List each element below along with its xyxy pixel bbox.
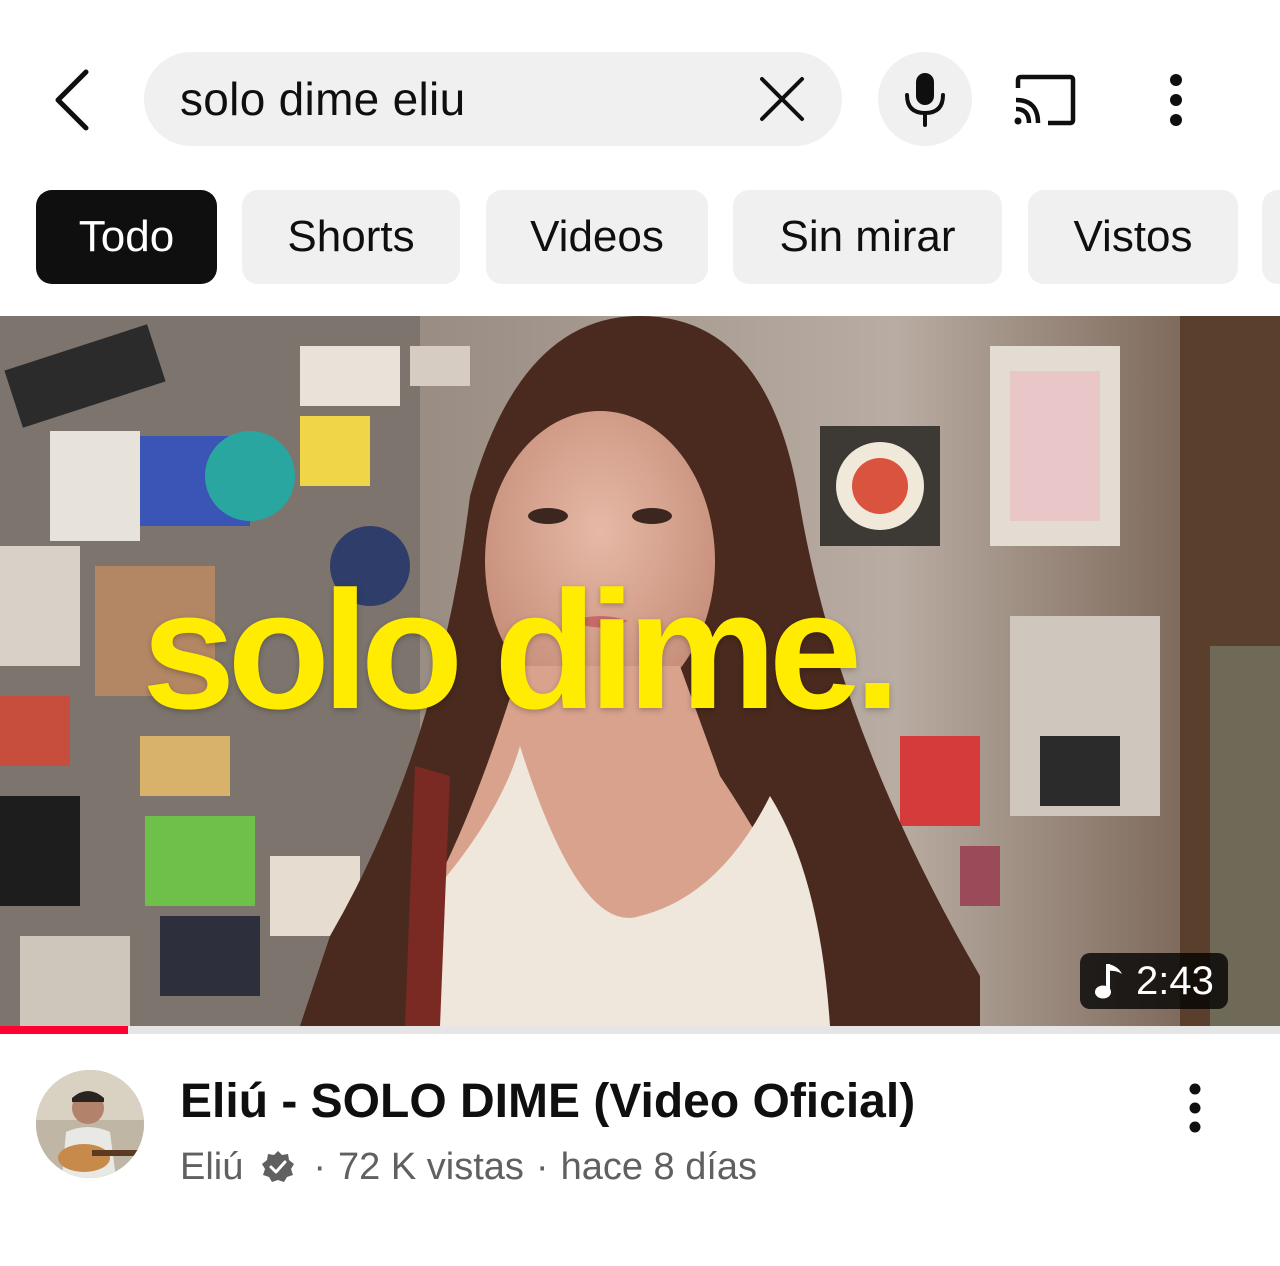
- channel-avatar[interactable]: [36, 1070, 144, 1178]
- search-input[interactable]: solo dime eliu: [180, 52, 465, 146]
- back-button[interactable]: [40, 58, 104, 142]
- duration-badge: 2:43: [1080, 953, 1228, 1009]
- watch-progress-fill: [0, 1026, 128, 1034]
- chip-next[interactable]: [1262, 190, 1280, 284]
- clear-search-button[interactable]: [752, 69, 812, 129]
- search-box[interactable]: solo dime eliu: [144, 52, 842, 146]
- chip-shorts[interactable]: Shorts: [242, 190, 460, 284]
- video-title[interactable]: Eliú - SOLO DIME (Video Oficial): [180, 1072, 1080, 1132]
- verified-badge-icon: [261, 1150, 295, 1184]
- upload-age: hace 8 días: [560, 1145, 758, 1188]
- video-metadata: Eliú · 72 K vistas · hace 8 días: [180, 1142, 757, 1192]
- close-icon: [760, 77, 804, 121]
- watch-progress-bar: [0, 1026, 1280, 1034]
- cast-button[interactable]: [1006, 62, 1082, 138]
- microphone-icon: [905, 73, 945, 127]
- back-arrow-icon: [55, 69, 89, 131]
- more-vert-icon: [1170, 74, 1182, 126]
- duration-text: 2:43: [1136, 958, 1214, 1003]
- video-thumbnail[interactable]: solo dime.: [0, 316, 1280, 1026]
- cast-icon: [1014, 74, 1076, 126]
- music-note-icon: [1095, 964, 1122, 999]
- thumbnail-title-text: solo dime.: [142, 556, 901, 744]
- more-options-button[interactable]: [1146, 62, 1206, 138]
- chip-vistos[interactable]: Vistos: [1028, 190, 1238, 284]
- video-more-options-button[interactable]: [1170, 1076, 1220, 1140]
- chip-sin-mirar[interactable]: Sin mirar: [733, 190, 1002, 284]
- avatar-image: [36, 1070, 144, 1178]
- filter-chips: Todo Shorts Videos Sin mirar Vistos: [0, 190, 1280, 286]
- chip-todo[interactable]: Todo: [36, 190, 217, 284]
- view-count: 72 K vistas: [338, 1145, 524, 1188]
- more-vert-icon: [1189, 1083, 1201, 1133]
- meta-separator: ·: [313, 1145, 327, 1188]
- top-search-bar: solo dime eliu: [0, 0, 1280, 180]
- voice-search-button[interactable]: [878, 52, 972, 146]
- meta-separator: ·: [535, 1145, 549, 1188]
- chip-videos[interactable]: Videos: [486, 190, 708, 284]
- channel-name[interactable]: Eliú: [180, 1146, 243, 1189]
